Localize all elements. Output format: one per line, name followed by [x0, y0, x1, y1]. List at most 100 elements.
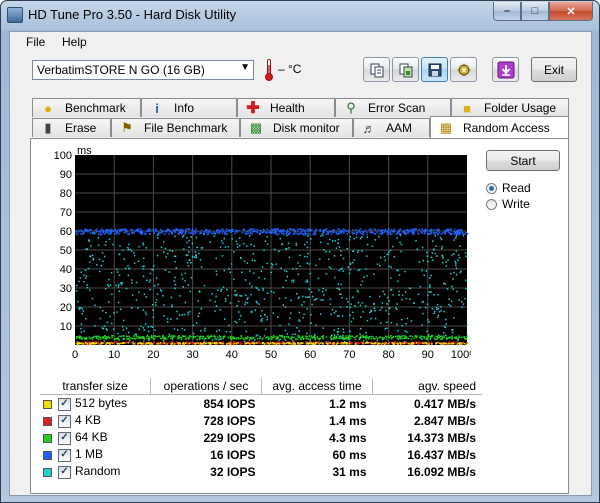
copy-info-button[interactable] — [363, 57, 390, 82]
tab-health[interactable]: ✚ Health — [237, 98, 335, 117]
random-point — [419, 285, 422, 288]
64kb-point — [277, 336, 280, 339]
1mb-point — [234, 232, 236, 235]
random-point — [360, 284, 362, 286]
1mb-point — [173, 229, 176, 232]
series-checkbox[interactable]: ✓ — [58, 465, 71, 479]
tab-error-scan[interactable]: ⚲ Error Scan — [335, 98, 451, 117]
1mb-point — [152, 228, 155, 230]
series-checkbox[interactable]: ✓ — [58, 448, 71, 462]
1mb-point — [210, 232, 212, 234]
4kb-point — [130, 341, 133, 344]
random-point — [303, 243, 306, 246]
1mb-point — [149, 230, 151, 233]
random-point — [455, 235, 458, 238]
64kb-point — [232, 336, 234, 338]
64kb-point — [97, 335, 100, 337]
random-point — [288, 323, 290, 325]
tab-info[interactable]: i Info — [141, 98, 237, 117]
random-point — [421, 269, 423, 272]
1mb-point — [123, 228, 125, 230]
64kb-point — [187, 336, 189, 339]
tab-aam[interactable]: ♬ AAM — [353, 118, 430, 137]
exit-button[interactable]: Exit — [531, 57, 577, 82]
64kb-point — [399, 338, 402, 340]
1mb-point — [132, 229, 134, 232]
random-point — [80, 327, 82, 330]
64kb-point — [319, 337, 321, 339]
random-point — [195, 236, 198, 239]
random-point — [169, 249, 171, 252]
series-checkbox[interactable]: ✓ — [58, 397, 71, 411]
64kb-point — [387, 335, 390, 337]
minimize-icon: – — [503, 5, 511, 17]
close-button[interactable]: ✕ — [549, 2, 593, 21]
random-point — [416, 248, 419, 250]
random-point — [334, 240, 336, 242]
512b-point — [89, 343, 91, 345]
series-checkbox[interactable]: ✓ — [58, 431, 71, 445]
series-checkbox[interactable]: ✓ — [58, 414, 71, 428]
512b-point — [212, 342, 214, 344]
random-point — [182, 285, 184, 288]
random-point — [339, 306, 342, 308]
tab-random-access[interactable]: ▦ Random Access — [430, 116, 569, 138]
1mb-point — [308, 233, 310, 236]
tab-folder-usage[interactable]: ■ Folder Usage — [451, 98, 569, 117]
64kb-point — [181, 335, 184, 337]
download-button[interactable] — [492, 57, 519, 82]
x-tick-label: 70 — [343, 349, 355, 361]
64kb-point — [409, 335, 412, 337]
1mb-point — [106, 231, 108, 233]
title-bar[interactable]: HD Tune Pro 3.50 - Hard Disk Utility – □… — [1, 1, 599, 29]
random-point — [238, 318, 241, 321]
tab-file-benchmark[interactable]: ⚑ File Benchmark — [111, 118, 240, 137]
random-point — [352, 250, 355, 252]
random-point — [315, 324, 317, 327]
64kb-point — [250, 338, 252, 340]
maximize-button[interactable]: □ — [521, 2, 549, 21]
write-radio[interactable]: Write — [486, 197, 530, 211]
random-point — [248, 282, 251, 285]
1mb-point — [449, 228, 452, 230]
minimize-button[interactable]: – — [493, 2, 521, 21]
drive-select[interactable]: VerbatimSTORE N GO (16 GB) ▼ — [32, 60, 254, 80]
tab-erase[interactable]: ▮ Erase — [32, 118, 111, 137]
options-button[interactable] — [450, 57, 477, 82]
random-point — [169, 318, 172, 320]
menu-file[interactable]: File — [26, 35, 45, 49]
random-point — [123, 258, 126, 260]
header-speed: agv. speed — [372, 378, 482, 395]
random-point — [120, 282, 122, 284]
random-point — [112, 328, 115, 330]
read-radio[interactable]: Read — [486, 181, 531, 195]
copy-screenshot-button[interactable] — [392, 57, 419, 82]
random-point — [245, 330, 247, 333]
menu-help[interactable]: Help — [62, 35, 87, 49]
tab-benchmark[interactable]: ● Benchmark — [32, 98, 141, 117]
random-point — [397, 280, 399, 283]
1mb-point — [465, 231, 467, 234]
random-point — [359, 304, 362, 307]
random-point — [263, 298, 266, 300]
menu-bar: File Help — [10, 32, 591, 52]
1mb-point — [213, 231, 215, 233]
64kb-point — [446, 338, 448, 340]
tab-disk-monitor[interactable]: ▩ Disk monitor — [240, 118, 353, 137]
random-point — [162, 241, 165, 243]
random-point — [349, 268, 352, 271]
random-point — [183, 248, 185, 250]
64kb-point — [108, 337, 111, 340]
y-tick-label: 10 — [60, 321, 72, 333]
64kb-point — [79, 337, 81, 340]
random-point — [329, 303, 332, 305]
save-button[interactable] — [421, 57, 448, 82]
random-point — [453, 317, 455, 319]
1mb-point — [433, 229, 435, 231]
1mb-point — [446, 229, 448, 231]
start-button[interactable]: Start — [486, 150, 560, 171]
random-point — [259, 315, 262, 317]
4kb-point — [388, 341, 390, 343]
1mb-point — [135, 230, 137, 232]
1mb-point — [415, 228, 418, 231]
